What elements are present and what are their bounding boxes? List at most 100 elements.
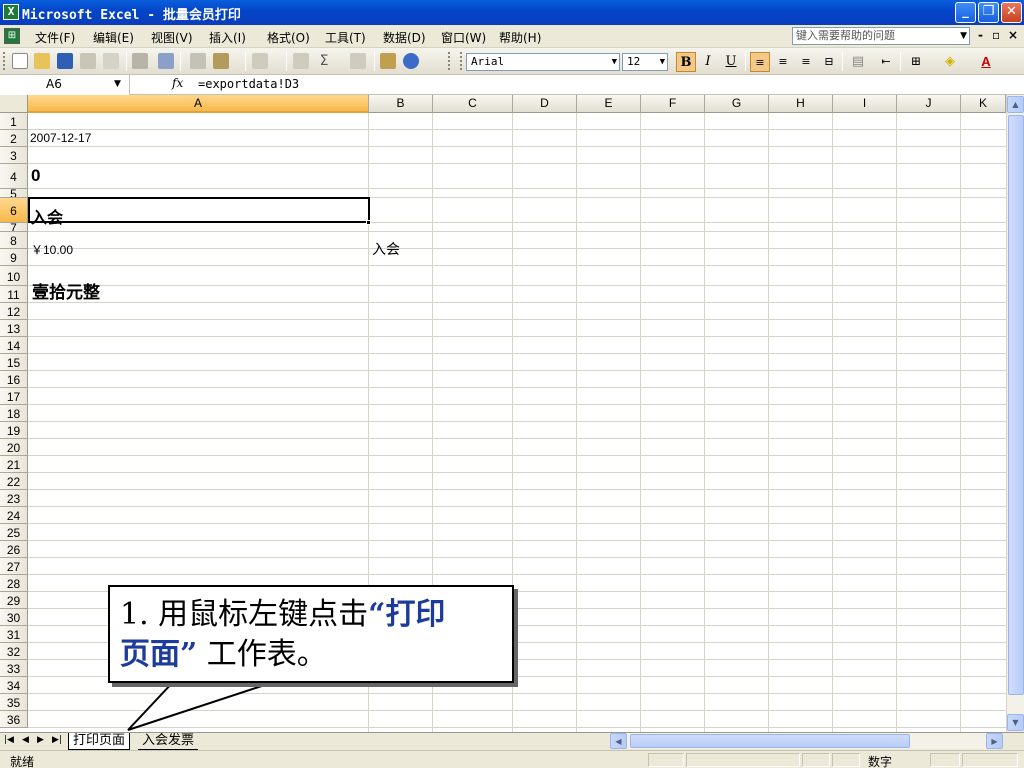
toolbar-grip[interactable]	[448, 52, 451, 70]
menu-data[interactable]: 数据(D)	[383, 29, 426, 46]
row-header-8[interactable]: 8	[0, 232, 28, 249]
row-header-16[interactable]: 16	[0, 371, 28, 388]
row-header-27[interactable]: 27	[0, 558, 28, 575]
workbook-icon[interactable]: ⊞	[4, 28, 20, 44]
row-header-34[interactable]: 34	[0, 677, 28, 694]
row-header-3[interactable]: 3	[0, 147, 28, 164]
decrease-indent-button[interactable]: ⇤	[876, 52, 896, 72]
column-header-a[interactable]: A	[28, 95, 369, 113]
save-icon[interactable]	[57, 53, 73, 69]
row-header-26[interactable]: 26	[0, 541, 28, 558]
fill-color-button[interactable]: ◈	[940, 52, 960, 72]
print-icon[interactable]	[132, 53, 148, 69]
cell-b8[interactable]: 入会	[372, 239, 400, 259]
column-header-j[interactable]: J	[897, 95, 961, 113]
cell-a8[interactable]: ￥10.00	[31, 241, 73, 258]
row-header-28[interactable]: 28	[0, 575, 28, 592]
row-header-22[interactable]: 22	[0, 473, 28, 490]
select-all-button[interactable]	[0, 95, 28, 113]
chart-wizard-icon[interactable]	[380, 53, 396, 69]
row-header-15[interactable]: 15	[0, 354, 28, 371]
row-header-13[interactable]: 13	[0, 320, 28, 337]
row-header-4[interactable]: 4	[0, 164, 28, 189]
row-header-1[interactable]: 1	[0, 113, 28, 130]
column-header-b[interactable]: B	[369, 95, 433, 113]
chevron-down-icon[interactable]: ▼	[960, 28, 967, 44]
chevron-down-icon[interactable]: ▼	[114, 75, 121, 94]
row-header-25[interactable]: 25	[0, 524, 28, 541]
bold-button[interactable]: B	[676, 52, 696, 72]
menu-edit[interactable]: 编辑(E)	[93, 29, 134, 46]
first-sheet-icon[interactable]: |◀	[4, 735, 14, 745]
column-header-d[interactable]: D	[513, 95, 577, 113]
chevron-down-icon[interactable]: ▼	[612, 54, 617, 70]
row-header-12[interactable]: 12	[0, 303, 28, 320]
italic-button[interactable]: I	[698, 52, 718, 72]
insert-function-icon[interactable]: fx	[172, 76, 183, 90]
row-header-5[interactable]: 5	[0, 189, 28, 198]
row-header-36[interactable]: 36	[0, 711, 28, 728]
menu-format[interactable]: 格式(O)	[267, 29, 310, 46]
underline-button[interactable]: U	[721, 52, 741, 72]
row-header-24[interactable]: 24	[0, 507, 28, 524]
name-box[interactable]: A6 ▼	[0, 75, 130, 95]
horizontal-scrollbar[interactable]: ◀ ▶	[610, 733, 1003, 749]
sheet-tab-print-page[interactable]: 打印页面	[68, 733, 131, 750]
new-icon[interactable]	[12, 53, 28, 69]
row-header-21[interactable]: 21	[0, 456, 28, 473]
row-header-33[interactable]: 33	[0, 660, 28, 677]
scroll-up-button[interactable]: ▲	[1007, 96, 1024, 113]
toolbar-grip[interactable]	[3, 52, 6, 70]
merge-center-button[interactable]: ⊟	[819, 52, 839, 72]
minimize-button[interactable]: _	[955, 2, 976, 23]
menu-insert[interactable]: 插入(I)	[209, 29, 246, 46]
spelling-icon[interactable]	[158, 53, 174, 69]
cell-a2[interactable]: 2007-12-17	[30, 131, 91, 145]
scroll-left-button[interactable]: ◀	[610, 733, 627, 749]
prev-sheet-icon[interactable]: ◀	[22, 735, 29, 745]
row-header-10[interactable]: 10	[0, 266, 28, 286]
row-header-31[interactable]: 31	[0, 626, 28, 643]
sheet-tab-join-invoice[interactable]: 入会发票	[138, 733, 199, 750]
column-header-e[interactable]: E	[577, 95, 641, 113]
font-color-button[interactable]: A	[976, 52, 996, 72]
row-header-11[interactable]: 11	[0, 286, 28, 303]
copy-icon[interactable]	[190, 53, 206, 69]
doc-close-button[interactable]: ×	[1008, 28, 1018, 42]
column-header-c[interactable]: C	[433, 95, 513, 113]
font-size-select[interactable]: 12 ▼	[622, 53, 668, 71]
row-header-2[interactable]: 2	[0, 130, 28, 147]
active-cell-selection[interactable]	[28, 197, 370, 223]
row-header-14[interactable]: 14	[0, 337, 28, 354]
doc-restore-button[interactable]: ▫	[992, 28, 1000, 42]
menu-window[interactable]: 窗口(W)	[441, 29, 486, 46]
last-sheet-icon[interactable]: ▶|	[52, 735, 62, 745]
align-center-button[interactable]: ≡	[773, 52, 793, 72]
borders-button[interactable]: ⊞	[906, 52, 926, 72]
column-header-k[interactable]: K	[961, 95, 1006, 113]
row-header-17[interactable]: 17	[0, 388, 28, 405]
chevron-down-icon[interactable]: ▼	[660, 54, 665, 70]
permission-icon[interactable]	[80, 53, 96, 69]
row-header-18[interactable]: 18	[0, 405, 28, 422]
row-header-20[interactable]: 20	[0, 439, 28, 456]
scroll-right-button[interactable]: ▶	[986, 733, 1003, 749]
next-sheet-icon[interactable]: ▶	[37, 735, 44, 745]
vertical-scroll-thumb[interactable]	[1008, 115, 1024, 695]
toolbar-grip[interactable]	[460, 52, 463, 70]
horizontal-scroll-thumb[interactable]	[630, 734, 910, 748]
menu-file[interactable]: 文件(F)	[35, 29, 75, 46]
menu-help[interactable]: 帮助(H)	[499, 29, 541, 46]
restore-button[interactable]: ❐	[978, 2, 999, 23]
column-header-f[interactable]: F	[641, 95, 705, 113]
paste-icon[interactable]	[213, 53, 229, 69]
formula-input[interactable]: =exportdata!D3	[198, 77, 299, 91]
vertical-scrollbar[interactable]: ▲ ▼	[1006, 95, 1024, 732]
help-search-input[interactable]: 键入需要帮助的问题 ▼	[792, 27, 970, 45]
row-header-35[interactable]: 35	[0, 694, 28, 711]
scroll-down-button[interactable]: ▼	[1007, 714, 1024, 731]
hyperlink-icon[interactable]	[293, 53, 309, 69]
row-header-19[interactable]: 19	[0, 422, 28, 439]
font-name-select[interactable]: Arial ▼	[466, 53, 620, 71]
cell-a4[interactable]: 0	[31, 166, 40, 186]
